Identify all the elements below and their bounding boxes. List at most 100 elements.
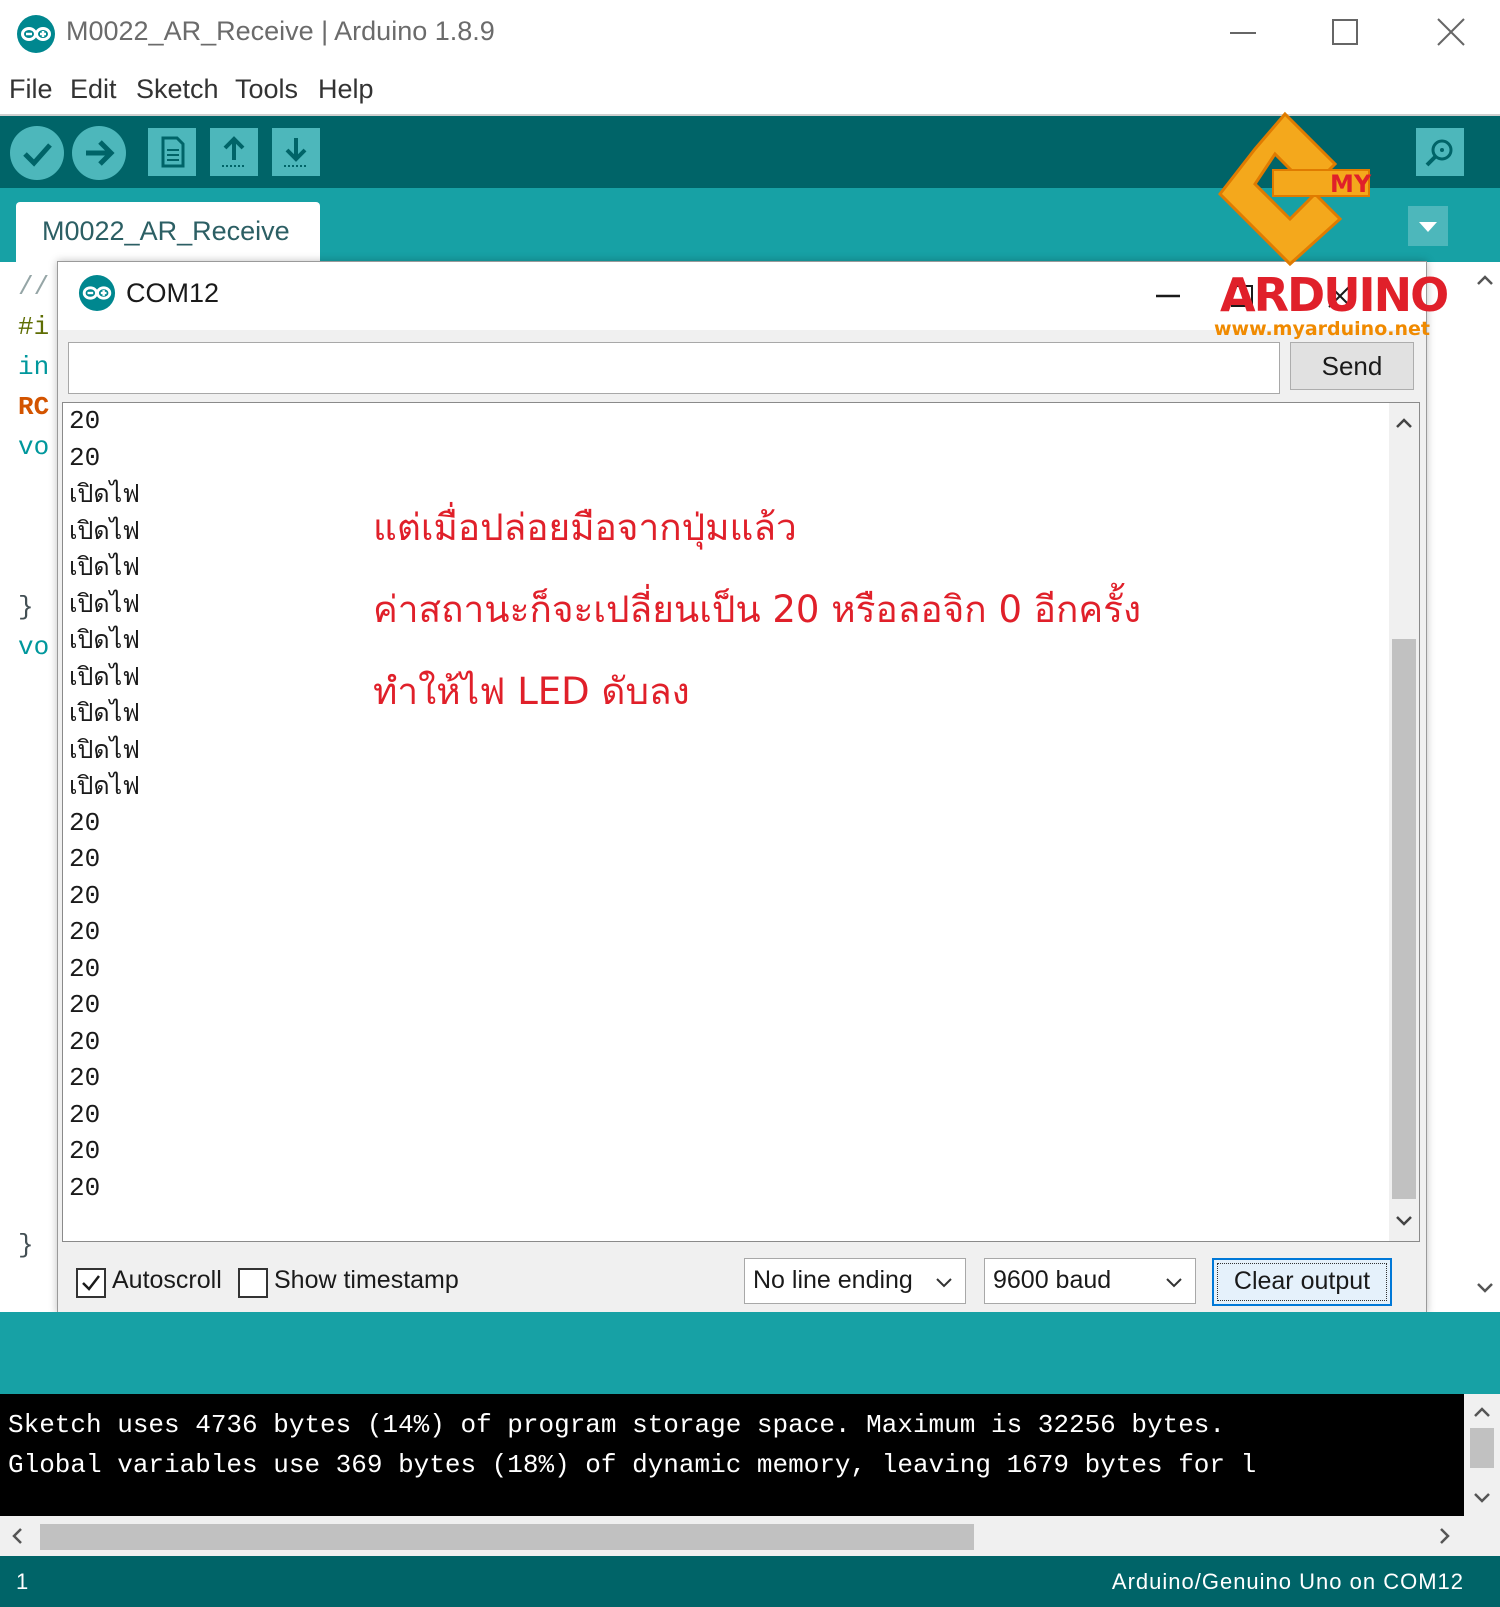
output-line: เปิดไฟ xyxy=(69,698,140,727)
scroll-thumb[interactable] xyxy=(1392,639,1416,1199)
output-line: เปิดไฟ xyxy=(69,552,140,581)
code-fragment: } xyxy=(18,592,34,622)
code-fragment: RC xyxy=(18,392,50,422)
message-bar xyxy=(0,1312,1500,1394)
autoscroll-label: Autoscroll xyxy=(112,1266,222,1294)
output-scrollbar[interactable] xyxy=(1389,403,1419,1241)
menu-sketch[interactable]: Sketch xyxy=(136,74,219,105)
code-fragment: vo xyxy=(18,632,50,662)
menu-tools[interactable]: Tools xyxy=(235,74,298,105)
scroll-thumb[interactable] xyxy=(40,1524,974,1550)
scroll-down-icon[interactable] xyxy=(1473,1278,1497,1298)
menu-file[interactable]: File xyxy=(9,74,53,105)
clear-output-label: Clear output xyxy=(1233,1267,1371,1295)
minimize-icon[interactable] xyxy=(1148,276,1188,316)
status-board-port: Arduino/Genuino Uno on COM12 xyxy=(1111,1569,1464,1594)
open-button[interactable] xyxy=(210,128,258,176)
annotation-line: ค่าสถานะก็จะเปลี่ยนเป็น 20 หรือลอจิก 0 อ… xyxy=(373,588,1142,631)
scroll-up-icon[interactable] xyxy=(1392,413,1416,433)
status-bar: 1 Arduino/Genuino Uno on COM12 xyxy=(0,1556,1500,1607)
output-line: 20 xyxy=(69,1136,101,1166)
verify-button[interactable] xyxy=(10,126,64,180)
output-line: 20 xyxy=(69,807,101,838)
watermark-brand-text: ARDUINO xyxy=(1220,268,1449,322)
output-line: เปิดไฟ xyxy=(69,515,140,545)
verify-icon xyxy=(23,143,52,167)
arduino-logo-icon xyxy=(78,274,116,312)
console-line: Sketch uses 4736 bytes (14%) of program … xyxy=(8,1410,1225,1440)
output-line: เปิดไฟ xyxy=(69,479,140,508)
output-line: เปิดไฟ xyxy=(69,588,140,618)
output-line: 20 xyxy=(69,1026,101,1057)
arduino-logo-icon xyxy=(17,15,55,53)
output-line: 20 xyxy=(69,406,101,436)
tab-m0022-ar-receive[interactable]: M0022_AR_Receive xyxy=(16,202,320,262)
tab-label: M0022_AR_Receive xyxy=(42,216,290,246)
scroll-thumb[interactable] xyxy=(1470,1428,1494,1468)
upload-button[interactable] xyxy=(72,126,126,180)
horizontal-scrollbar[interactable] xyxy=(0,1516,1500,1556)
console-line: Global variables use 369 bytes (18%) of … xyxy=(8,1450,1257,1480)
serial-monitor-title: COM12 xyxy=(126,278,220,308)
console-scrollbar[interactable] xyxy=(1464,1394,1500,1516)
output-line: 20 xyxy=(69,880,101,911)
save-button[interactable] xyxy=(272,128,320,176)
serial-monitor-window: COM12 Send 20 20 เปิดไฟ เปิดไฟ เปิดไฟ เปิดไฟเ… xyxy=(57,261,1427,1314)
new-button[interactable] xyxy=(148,128,196,176)
annotation-line: แต่เมื่อปล่อยมือจากปุ่มแล้ว xyxy=(373,506,797,549)
menu-help[interactable]: Help xyxy=(318,74,374,105)
output-line: 20 xyxy=(69,917,101,947)
open-icon xyxy=(222,136,246,167)
code-fragment: } xyxy=(18,1230,34,1260)
checkmark-icon xyxy=(82,1275,100,1291)
menu-edit[interactable]: Edit xyxy=(70,74,117,105)
output-line: 20 xyxy=(69,990,101,1020)
output-line: 20 xyxy=(69,1099,101,1130)
output-line: เปิดไฟ xyxy=(69,771,140,800)
clear-output-button[interactable]: Clear output xyxy=(1212,1258,1392,1306)
send-button[interactable]: Send xyxy=(1290,342,1414,390)
line-ending-value: No line ending xyxy=(753,1266,913,1294)
scroll-right-icon[interactable] xyxy=(1434,1526,1454,1546)
baud-rate-value: 9600 baud xyxy=(993,1266,1112,1294)
output-line: เปิดไฟ xyxy=(69,625,140,654)
output-line: 20 xyxy=(69,953,101,984)
serial-output[interactable]: 20 20 เปิดไฟ เปิดไฟ เปิดไฟ เปิดไฟ เปิดไฟ เปิดไฟ… xyxy=(62,402,1420,1242)
watermark-my-text: MY xyxy=(1330,170,1372,198)
line-ending-select[interactable]: No line ending xyxy=(744,1258,966,1304)
close-icon[interactable] xyxy=(1426,10,1476,56)
scroll-left-icon[interactable] xyxy=(8,1526,28,1546)
annotation-line: ทำให้ไฟ LED ดับลง xyxy=(373,670,690,713)
code-fragment: in xyxy=(18,352,50,382)
save-icon xyxy=(284,138,308,167)
show-timestamp-label: Show timestamp xyxy=(274,1266,459,1294)
baud-rate-select[interactable]: 9600 baud xyxy=(984,1258,1196,1304)
watermark-url-text: www.myarduino.net xyxy=(1214,318,1430,340)
output-line: 20 xyxy=(69,442,101,473)
show-timestamp-checkbox[interactable] xyxy=(238,1268,268,1298)
serial-send-input[interactable] xyxy=(68,342,1280,394)
maximize-icon[interactable] xyxy=(1320,10,1370,56)
scroll-down-icon[interactable] xyxy=(1470,1488,1494,1508)
new-icon xyxy=(161,136,185,168)
chevron-down-icon xyxy=(936,1278,952,1288)
output-line: 20 xyxy=(69,1172,101,1203)
scroll-up-icon[interactable] xyxy=(1470,1402,1494,1422)
output-line: 20 xyxy=(69,844,101,874)
editor-scrollbar[interactable] xyxy=(1470,262,1500,1312)
output-line: เปิดไฟ xyxy=(69,734,140,764)
code-fragment: vo xyxy=(18,432,50,462)
output-lines: 20 20 เปิดไฟ เปิดไฟ เปิดไฟ เปิดไฟ เปิดไฟ เปิดไฟ… xyxy=(69,403,369,1206)
autoscroll-checkbox[interactable] xyxy=(76,1268,106,1298)
title-bar: M0022_AR_Receive | Arduino 1.8.9 xyxy=(0,0,1500,66)
code-fragment: #i xyxy=(18,312,50,342)
minimize-icon[interactable] xyxy=(1218,10,1268,56)
status-line-number: 1 xyxy=(16,1569,29,1594)
chevron-down-icon xyxy=(1166,1278,1182,1288)
console-output[interactable]: Sketch uses 4736 bytes (14%) of program … xyxy=(0,1394,1464,1516)
output-line: 20 xyxy=(69,1063,101,1093)
scroll-up-icon[interactable] xyxy=(1473,270,1497,290)
window-title: M0022_AR_Receive | Arduino 1.8.9 xyxy=(66,16,495,46)
annotation-text: แต่เมื่อปล่อยมือจากปุ่มแล้ว ค่าสถานะก็จะ… xyxy=(373,487,1373,733)
scroll-down-icon[interactable] xyxy=(1392,1211,1416,1231)
